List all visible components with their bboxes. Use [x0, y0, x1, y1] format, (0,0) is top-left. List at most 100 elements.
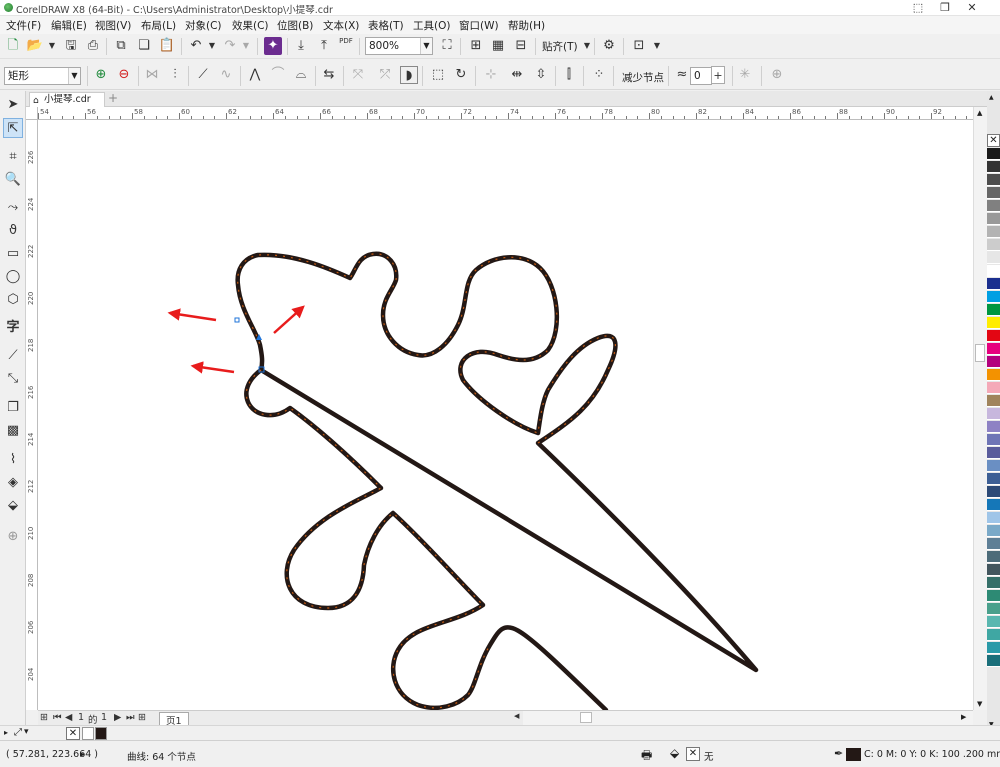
no-fill-swatch-icon[interactable]: ✕	[66, 727, 80, 740]
interactive-fill-tool-icon[interactable]: ◈	[3, 473, 23, 493]
crop-tool-icon[interactable]: ⌗	[3, 147, 23, 167]
zoom-level-select[interactable]: 800% ▼	[365, 37, 433, 55]
convert-to-curve-icon[interactable]: ∿	[217, 66, 235, 84]
menu-view[interactable]: 视图(V)	[95, 18, 131, 33]
palette-swatch[interactable]	[987, 304, 1000, 316]
document-tab[interactable]: ⌂ 小提琴.cdr	[29, 92, 105, 107]
menu-window[interactable]: 窗口(W)	[459, 18, 499, 33]
open-dropdown-icon[interactable]: ▼	[43, 37, 61, 55]
vertical-ruler[interactable]: 226 224 222 220 218 216 214 212 210 208 …	[26, 120, 38, 710]
curve-smoothness-input[interactable]: 0	[690, 67, 712, 85]
elastic-mode-icon[interactable]: ⫿	[560, 66, 578, 84]
palette-swatch[interactable]	[987, 161, 1000, 173]
palette-swatch[interactable]	[987, 382, 1000, 394]
vertical-scroll-thumb[interactable]	[975, 344, 985, 362]
palette-swatch[interactable]	[987, 551, 1000, 563]
new-document-icon[interactable]: 🗋	[4, 37, 22, 55]
select-all-nodes-icon[interactable]: ⁘	[590, 66, 608, 84]
mirror-vertical-icon[interactable]: ⇳	[532, 66, 550, 84]
palette-swatch[interactable]	[987, 343, 1000, 355]
palette-swatch[interactable]	[987, 447, 1000, 459]
cut-icon[interactable]: ⧉	[112, 37, 130, 55]
save-icon[interactable]: 🖫	[62, 37, 80, 55]
extend-curve-icon[interactable]: ⤧	[349, 66, 367, 84]
add-page-icon[interactable]: ⊞	[40, 712, 48, 723]
add-page-end-icon[interactable]: ⊞	[138, 712, 146, 723]
menu-file[interactable]: 文件(F)	[6, 18, 41, 33]
menu-bitmaps[interactable]: 位图(B)	[277, 18, 313, 33]
show-guidelines-icon[interactable]: ⊟	[512, 37, 530, 55]
scroll-left-icon[interactable]: ◀	[514, 712, 519, 720]
drop-shadow-tool-icon[interactable]: ❐	[3, 398, 23, 418]
pick-tool-icon[interactable]: ➤	[3, 95, 23, 115]
add-tab-icon[interactable]: +	[108, 91, 118, 105]
cusp-node-icon[interactable]: ⋀	[246, 66, 264, 84]
palette-swatch[interactable]	[987, 226, 1000, 238]
print-icon[interactable]: ⎙	[84, 37, 102, 55]
last-page-icon[interactable]: ⏭	[126, 712, 135, 723]
menu-table[interactable]: 表格(T)	[368, 18, 404, 33]
rectangle-tool-icon[interactable]: ▭	[3, 244, 23, 264]
plus-icon[interactable]: +	[711, 66, 725, 84]
add-tool-icon[interactable]: ⊕	[3, 527, 23, 547]
symmetrical-node-icon[interactable]: ⌓	[292, 66, 310, 84]
selected-node[interactable]	[234, 317, 240, 323]
palette-swatch[interactable]	[987, 590, 1000, 602]
show-rulers-icon[interactable]: ⊞	[467, 37, 485, 55]
convert-to-line-icon[interactable]: ⟋	[194, 66, 212, 84]
first-page-icon[interactable]: ⏮	[53, 712, 62, 723]
close-button[interactable]: ✕	[960, 1, 984, 15]
add-node-icon[interactable]: ⊕	[92, 66, 110, 84]
minimize-button[interactable]: ⬚	[906, 1, 930, 15]
next-page-icon[interactable]: ▶	[114, 712, 121, 723]
gear-icon[interactable]: ⚙	[600, 37, 618, 55]
node-options-icon[interactable]: ✳	[736, 66, 754, 84]
palette-swatch[interactable]	[987, 655, 1000, 667]
launcher-dropdown-icon[interactable]: ▼	[648, 37, 666, 55]
menu-edit[interactable]: 编辑(E)	[51, 18, 87, 33]
join-nodes-icon[interactable]: ⋈	[143, 66, 161, 84]
palette-swatch[interactable]	[987, 187, 1000, 199]
palette-swatch[interactable]	[987, 577, 1000, 589]
drawing-canvas[interactable]	[38, 120, 973, 710]
horizontal-scrollbar[interactable]: ▶	[523, 710, 973, 725]
palette-swatch[interactable]	[987, 291, 1000, 303]
palette-swatch[interactable]	[987, 200, 1000, 212]
palette-swatch[interactable]	[987, 252, 1000, 264]
palette-swatch[interactable]	[987, 148, 1000, 160]
palette-swatch[interactable]	[987, 616, 1000, 628]
expand-arrow-icon[interactable]: ▸	[80, 749, 85, 760]
close-curve-icon[interactable]: ◗	[400, 66, 418, 84]
palette-swatch[interactable]	[987, 629, 1000, 641]
search-content-icon[interactable]: ✦	[264, 37, 282, 55]
palette-swatch[interactable]	[987, 317, 1000, 329]
palette-swatch[interactable]	[987, 512, 1000, 524]
palette-swatch[interactable]	[987, 538, 1000, 550]
palette-swatch[interactable]	[987, 369, 1000, 381]
palette-swatch[interactable]	[987, 486, 1000, 498]
palette-swatch[interactable]	[987, 564, 1000, 576]
palette-swatch[interactable]	[987, 603, 1000, 615]
transparency-tool-icon[interactable]: ▩	[3, 421, 23, 441]
ellipse-tool-icon[interactable]: ◯	[3, 267, 23, 287]
dimension-tool-icon[interactable]: ⟋	[3, 346, 23, 366]
palette-swatch[interactable]	[987, 408, 1000, 420]
eyedropper-icon[interactable]: ⤢	[14, 727, 22, 738]
palette-expand-icon[interactable]: ▸	[4, 728, 8, 737]
undo-dropdown-icon[interactable]: ▼	[203, 37, 221, 55]
connector-tool-icon[interactable]: ⤡	[3, 369, 23, 389]
menu-text[interactable]: 文本(X)	[323, 18, 359, 33]
paste-icon[interactable]: 📋	[158, 37, 176, 55]
palette-swatch[interactable]	[987, 642, 1000, 654]
reduce-nodes-button[interactable]: 减少节点	[622, 70, 664, 85]
horizontal-ruler[interactable]: 54 56 58 60 62 64 66 68 70 72 74 76 78 8…	[38, 107, 988, 120]
stretch-nodes-icon[interactable]: ⬚	[429, 66, 447, 84]
show-grid-icon[interactable]: ▦	[489, 37, 507, 55]
smooth-node-icon[interactable]: ⌒	[269, 66, 287, 84]
full-screen-icon[interactable]: ⛶	[438, 37, 456, 55]
text-tool-icon[interactable]: 字	[3, 318, 23, 338]
ruler-origin[interactable]	[26, 107, 38, 120]
palette-swatch[interactable]	[987, 174, 1000, 186]
palette-swatch[interactable]	[987, 356, 1000, 368]
fill-none-icon[interactable]: ✕	[686, 747, 700, 761]
